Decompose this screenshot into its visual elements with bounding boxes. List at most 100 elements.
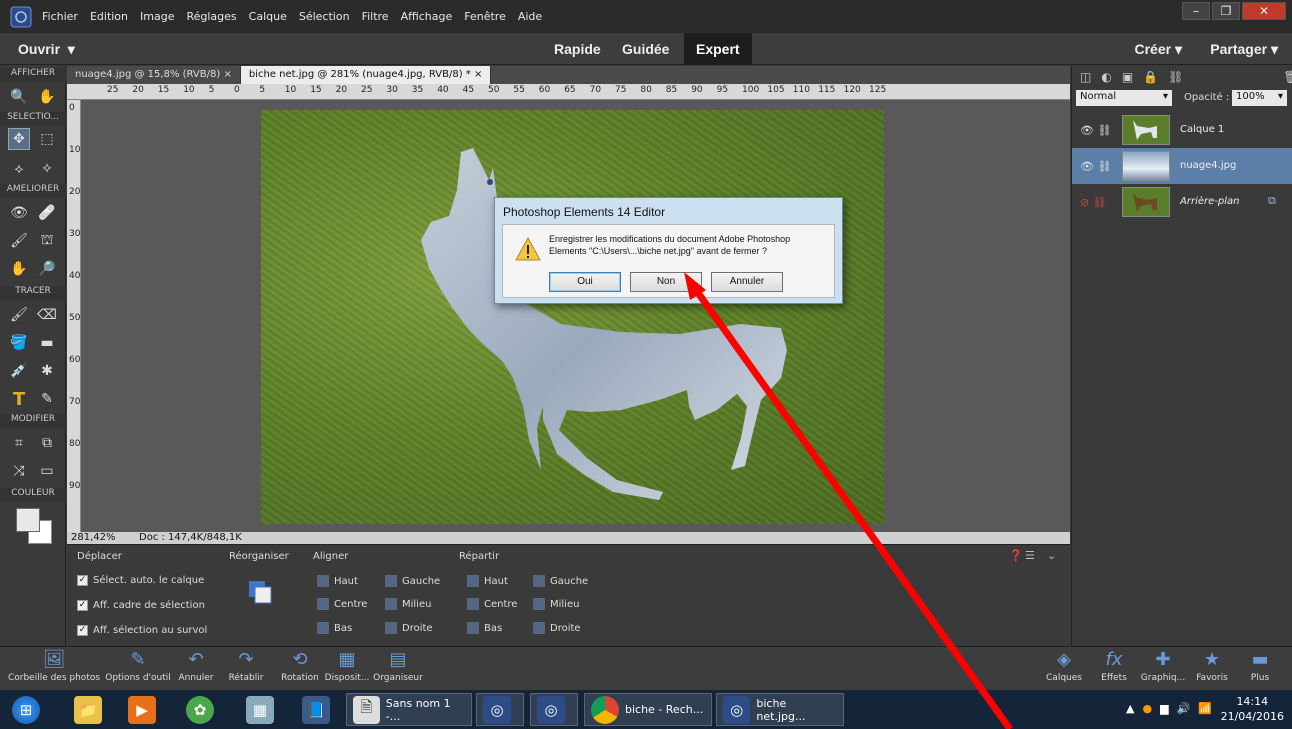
signal-icon[interactable]: 📶 xyxy=(1198,702,1212,715)
photo-bin-button[interactable]: 🖼 Corbeille des photos xyxy=(4,649,104,683)
create-button[interactable]: Créer ▾ xyxy=(1134,41,1182,58)
tool-options-button[interactable]: ✎ Options d'outil xyxy=(102,649,174,683)
favorites-button[interactable]: ★ Favoris xyxy=(1190,649,1234,683)
taskbar-picasa[interactable]: ✿ xyxy=(180,693,220,726)
distribute-middle-button[interactable]: Milieu xyxy=(533,598,579,610)
pencil-tool-icon[interactable]: ✎ xyxy=(36,388,58,410)
sponge-tool-icon[interactable]: 🔎 xyxy=(36,258,58,280)
layout-button[interactable]: ▦ Disposit... xyxy=(322,649,372,683)
menu-aide[interactable]: Aide xyxy=(518,10,542,23)
organizer-button[interactable]: ▤ Organiseur xyxy=(372,649,424,683)
taskbar-sans-nom[interactable]: 🗎 Sans nom 1 -... xyxy=(346,693,472,726)
hand-tool-icon[interactable]: ✋ xyxy=(36,86,58,108)
graphics-button[interactable]: ✚ Graphiq... xyxy=(1138,649,1188,683)
menu-selection[interactable]: Sélection xyxy=(299,10,350,23)
menu-calque[interactable]: Calque xyxy=(249,10,287,23)
eyedropper-icon[interactable]: 💉 xyxy=(8,360,30,382)
minimize-icon[interactable]: – xyxy=(1182,2,1210,20)
checkbox-auto-select[interactable]: ✓ Sélect. auto. le calque xyxy=(77,575,204,586)
spot-healing-icon[interactable]: 🩹 xyxy=(36,202,58,224)
menu-filtre[interactable]: Filtre xyxy=(362,10,389,23)
help-icon[interactable]: ❓ xyxy=(1009,549,1023,562)
taskbar-media[interactable]: ▶ xyxy=(122,693,162,726)
zoom-tool-icon[interactable]: 🔍 xyxy=(8,86,30,108)
brush-smart-icon[interactable]: 🖌 xyxy=(8,230,30,252)
checkbox-icon[interactable]: ✓ xyxy=(77,600,88,611)
color-swatches[interactable] xyxy=(14,506,54,546)
cancel-button[interactable]: Annuler xyxy=(711,272,783,292)
menu-fenetre[interactable]: Fenêtre xyxy=(464,10,506,23)
yes-button[interactable]: Oui xyxy=(549,272,621,292)
align-left-button[interactable]: Gauche xyxy=(385,575,440,587)
taskbar-pse-editor[interactable]: ◎ xyxy=(530,693,578,726)
gradient-tool-icon[interactable]: ▬ xyxy=(36,332,58,354)
taskbar-chrome[interactable]: biche - Rech... xyxy=(584,693,712,726)
distribute-top-button[interactable]: Haut xyxy=(467,575,508,587)
move-tool-icon[interactable]: ✥ xyxy=(8,128,30,150)
align-middle-button[interactable]: Milieu xyxy=(385,598,431,610)
panel-menu-icon[interactable]: ☰ xyxy=(1025,549,1035,562)
close-icon[interactable]: ✕ xyxy=(1242,2,1286,20)
tray-app-icon[interactable]: ● xyxy=(1143,702,1153,715)
checkbox-icon[interactable]: ✓ xyxy=(77,625,88,636)
eye-icon[interactable]: 👁 ⛓ xyxy=(1080,160,1111,173)
text-tool-icon[interactable]: T xyxy=(8,388,30,410)
start-button[interactable]: ⊞ xyxy=(6,693,46,726)
redo-button[interactable]: ↷ Rétablir xyxy=(224,649,268,683)
new-layer-icon[interactable]: ◫ xyxy=(1080,70,1091,84)
arrange-button[interactable] xyxy=(247,579,277,607)
align-bottom-button[interactable]: Bas xyxy=(317,622,352,634)
menu-fichier[interactable]: Fichier xyxy=(42,10,78,23)
undo-button[interactable]: ↶ Annuler xyxy=(174,649,218,683)
network-icon[interactable]: ▆ xyxy=(1160,702,1168,715)
mask-icon[interactable]: ▣ xyxy=(1122,70,1133,84)
layers-button[interactable]: ◈ Calques xyxy=(1042,649,1086,683)
effects-button[interactable]: fx Effets xyxy=(1094,649,1134,683)
align-center-button[interactable]: Centre xyxy=(317,598,367,610)
eye-hidden-icon[interactable]: ⊘ ⛓ xyxy=(1080,196,1107,209)
taskbar-biche[interactable]: ◎ biche net.jpg... xyxy=(716,693,844,726)
canvas-area[interactable] xyxy=(81,100,1070,532)
canvas-image[interactable] xyxy=(261,110,884,524)
align-right-button[interactable]: Droite xyxy=(385,622,433,634)
straighten-tool-icon[interactable]: ▭ xyxy=(36,460,58,482)
lasso-tool-icon[interactable]: ⟡ xyxy=(8,158,30,180)
taskbar-book[interactable]: 📘 xyxy=(296,693,336,726)
restore-icon[interactable]: ❐ xyxy=(1212,2,1240,20)
distribute-center-button[interactable]: Centre xyxy=(467,598,517,610)
eraser-tool-icon[interactable]: ⌫ xyxy=(36,304,58,326)
lock-icon[interactable]: 🔒 xyxy=(1143,70,1158,84)
layer-row-nuage4[interactable]: 👁 ⛓ nuage4.jpg xyxy=(1072,148,1292,184)
share-button[interactable]: Partager ▾ xyxy=(1210,41,1278,58)
tray-expand-icon[interactable]: ▲ xyxy=(1126,702,1134,715)
collapse-icon[interactable]: ⌄ xyxy=(1047,549,1056,562)
checkbox-highlight-rollover[interactable]: ✓ Aff. sélection au survol xyxy=(77,625,207,636)
content-move-icon[interactable]: ⤨ xyxy=(8,460,30,482)
marquee-tool-icon[interactable]: ⬚ xyxy=(36,128,58,150)
volume-icon[interactable]: 🔊 xyxy=(1177,702,1191,715)
layer-row-calque1[interactable]: 👁 ⛓ Calque 1 xyxy=(1072,112,1292,148)
no-button[interactable]: Non xyxy=(630,272,702,292)
mode-rapide[interactable]: Rapide xyxy=(542,33,613,65)
taskbar-explorer[interactable]: 📁 xyxy=(68,693,108,726)
rotate-button[interactable]: ⟲ Rotation xyxy=(278,649,322,683)
distribute-bottom-button[interactable]: Bas xyxy=(467,622,502,634)
taskbar-pse-organizer[interactable]: ◎ xyxy=(476,693,524,726)
mode-expert[interactable]: Expert xyxy=(684,33,752,65)
doc-tab-biche[interactable]: biche net.jpg @ 281% (nuage4.jpg, RVB/8)… xyxy=(240,66,492,84)
taskbar-calculator[interactable]: ▦ xyxy=(240,693,280,726)
menu-affichage[interactable]: Affichage xyxy=(401,10,453,23)
adjustment-layer-icon[interactable]: ◐ xyxy=(1101,70,1111,84)
link-icon[interactable]: ⛓ xyxy=(1168,70,1183,84)
zoom-readout[interactable]: 281,42% xyxy=(71,532,116,543)
distribute-right-button[interactable]: Droite xyxy=(533,622,581,634)
pse-logo-icon[interactable] xyxy=(6,2,36,32)
foreground-color-swatch[interactable] xyxy=(16,508,40,532)
brush-tool-icon[interactable]: 🖌 xyxy=(8,304,30,326)
distribute-left-button[interactable]: Gauche xyxy=(533,575,588,587)
blend-mode-select[interactable]: Normal ▾ xyxy=(1076,90,1172,106)
checkbox-show-bbox[interactable]: ✓ Aff. cadre de sélection xyxy=(77,600,205,611)
shape-tool-icon[interactable]: ✱ xyxy=(36,360,58,382)
open-button[interactable]: Ouvrir ▾ xyxy=(18,41,75,58)
more-button[interactable]: ▬ Plus xyxy=(1240,649,1280,683)
